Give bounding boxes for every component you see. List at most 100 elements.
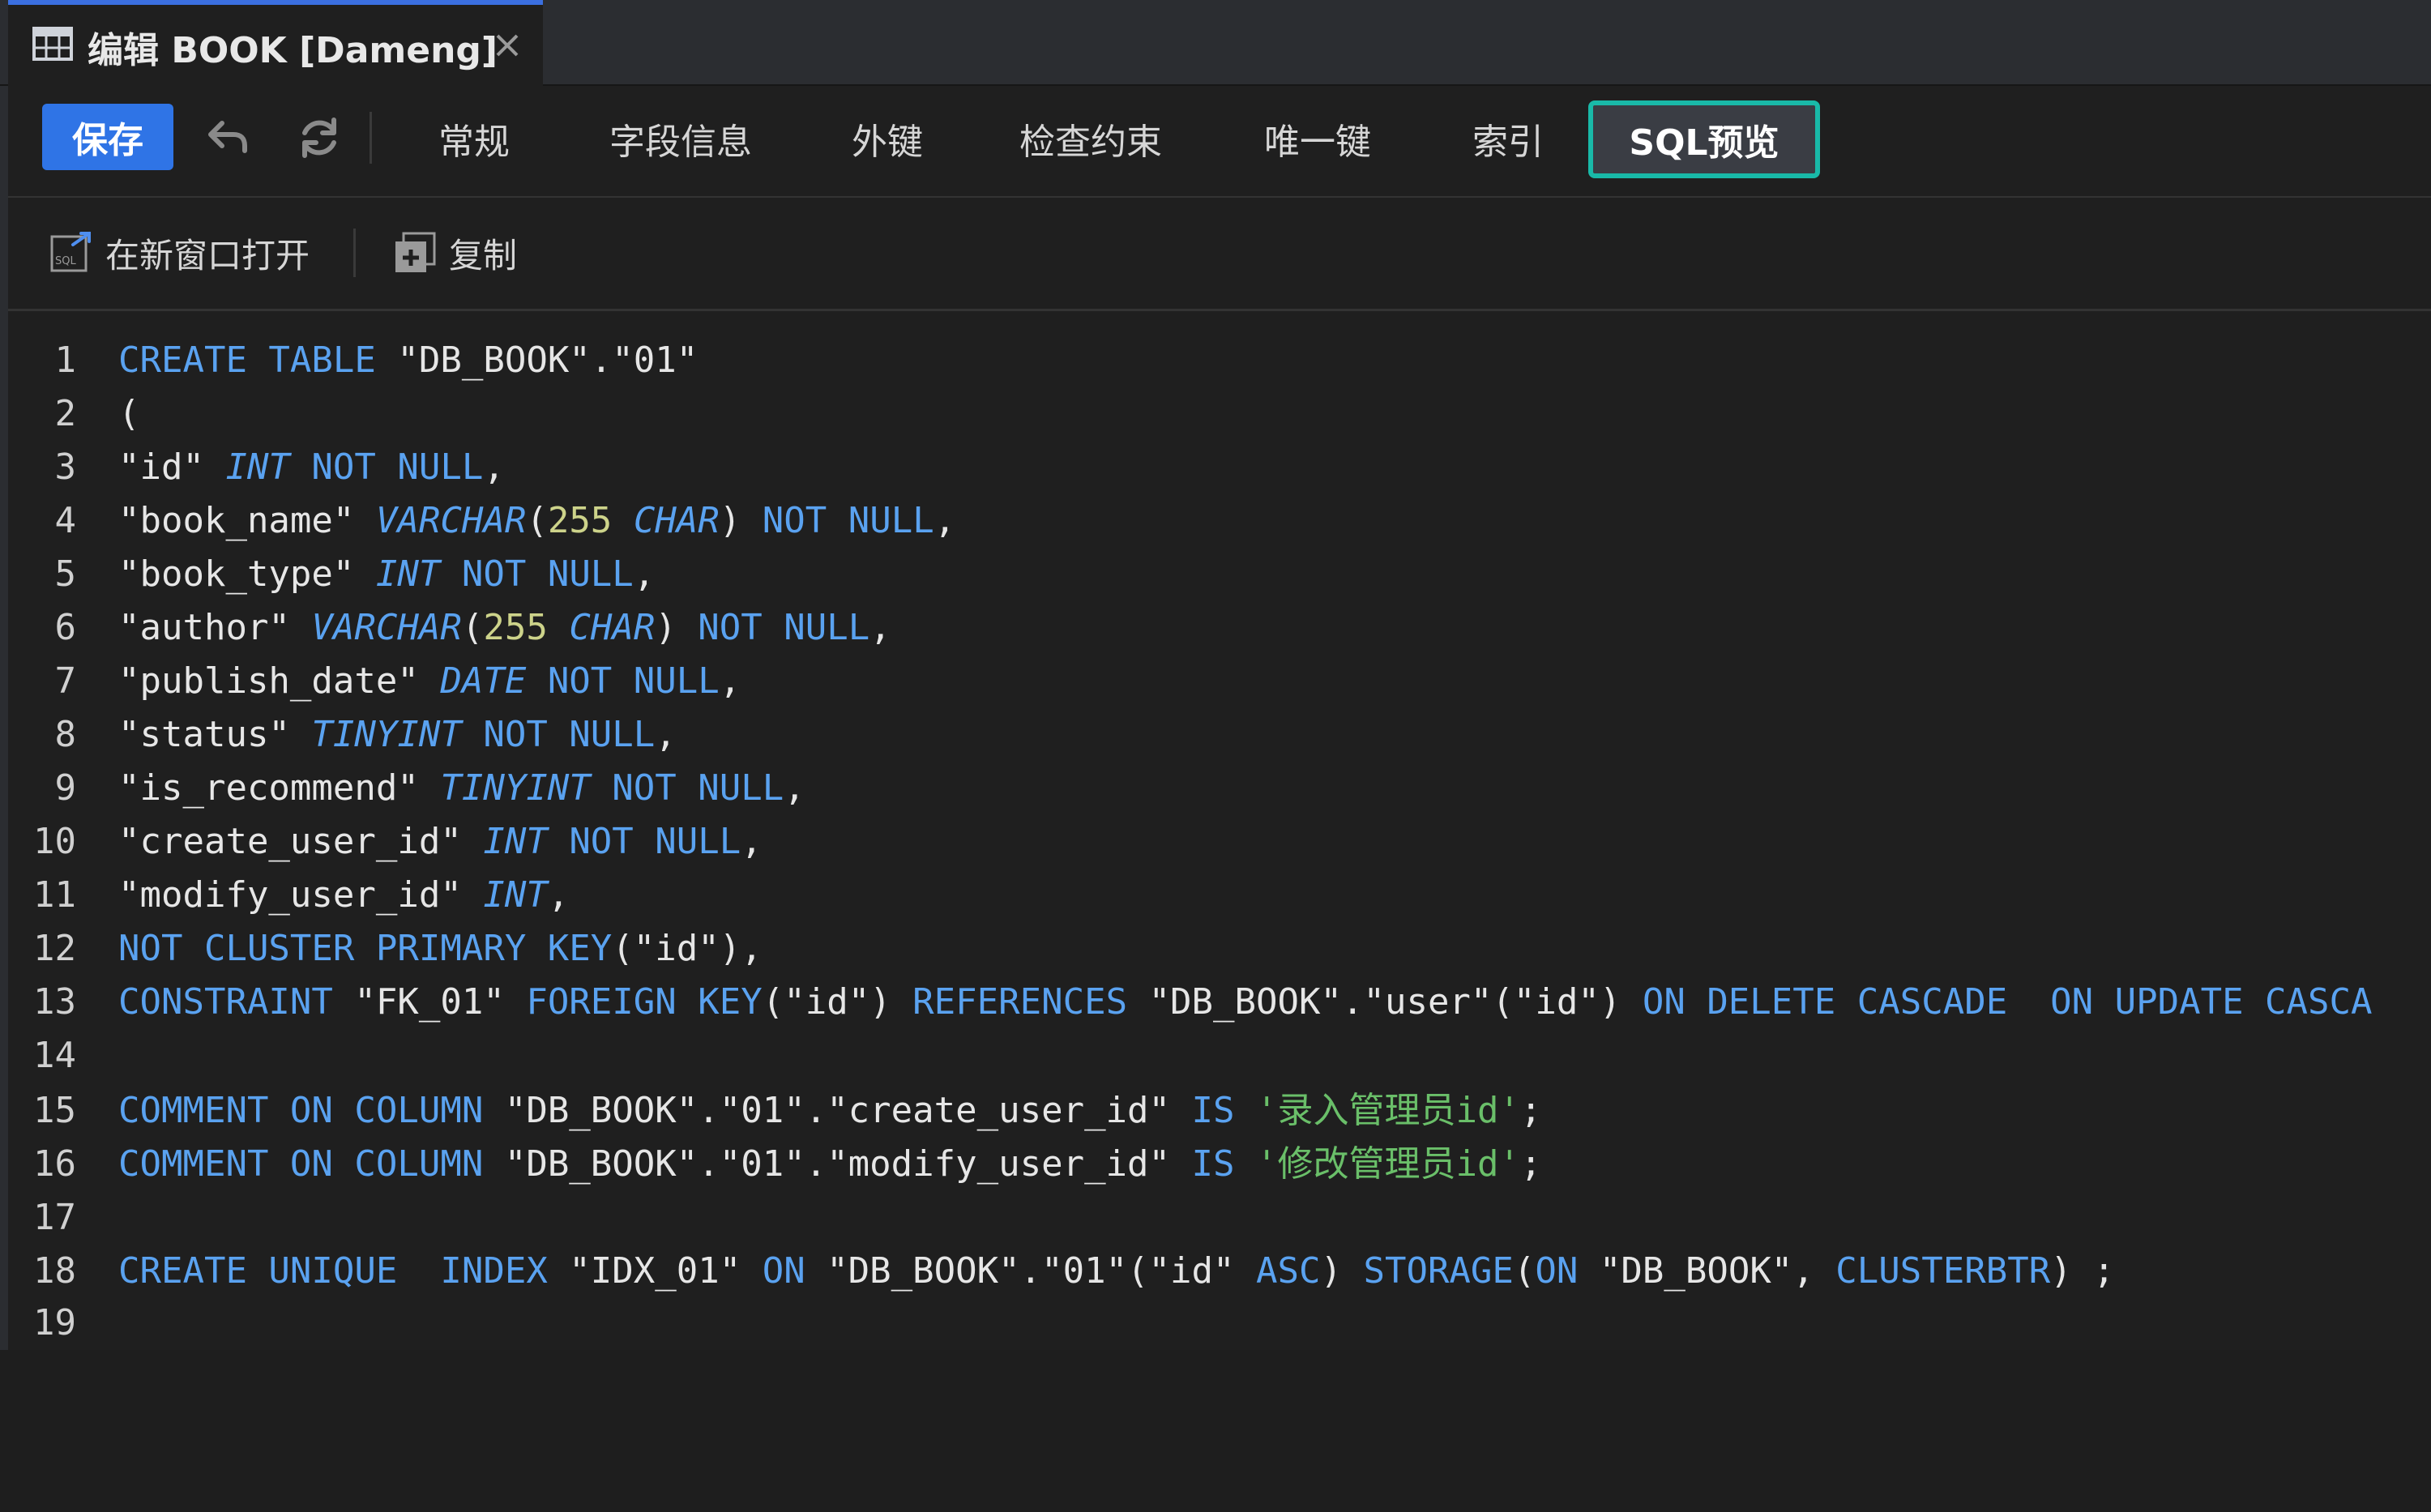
code-token: ; [1519, 1090, 1542, 1131]
code-token: '录入管理员id' [1256, 1090, 1520, 1131]
code-token: "DB_BOOK", [1578, 1250, 1836, 1292]
code-token: NOT NULL [547, 821, 741, 862]
code-token: ) [655, 607, 677, 648]
copy-button[interactable]: 复制 [392, 224, 517, 282]
code-token: "DB_BOOK"."01" [375, 340, 699, 381]
code-line: 14 [8, 1029, 2431, 1083]
tab-unique-keys[interactable]: 唯一键 [1245, 107, 1391, 170]
tab-foreign-keys[interactable]: 外键 [835, 107, 940, 170]
open-in-new-window-button[interactable]: SQL 在新窗口打开 [49, 224, 310, 282]
sql-preview-toolbar: SQL 在新窗口打开 复制 [8, 199, 2431, 311]
code-text: "status" TINYINT NOT NULL, [118, 708, 677, 762]
code-token: DATE [440, 660, 527, 702]
code-token: ("id") [762, 981, 913, 1023]
code-token: , [719, 660, 741, 702]
tab-sql-preview[interactable]: SQL预览 [1588, 100, 1820, 178]
sql-code-editor[interactable]: 1 CREATE TABLE "DB_BOOK"."01" 2(3 "id" INT … [8, 313, 2431, 1350]
code-token: REFERENCES [912, 981, 1128, 1023]
tab-general[interactable]: 常规 [421, 107, 527, 170]
line-number: 5 [54, 553, 77, 595]
code-line: 2( [8, 387, 2431, 441]
code-token: NOT CLUSTER PRIMARY KEY [118, 928, 613, 969]
code-token: "DB_BOOK"."01"."modify_user_id" [483, 1143, 1192, 1185]
code-token: "author" [118, 607, 312, 648]
code-token: IS [1191, 1143, 1235, 1185]
code-line: 5 "book_type" INT NOT NULL, [8, 548, 2431, 601]
code-token: "create_user_id" [118, 821, 484, 862]
code-line: 3 "id" INT NOT NULL, [8, 441, 2431, 494]
toolbar-divider [370, 112, 372, 164]
code-line: 18 CREATE UNIQUE INDEX "IDX_01" ON "DB_BO… [8, 1245, 2431, 1298]
code-token: "book_name" [118, 500, 376, 541]
line-number: 7 [54, 660, 77, 702]
close-icon[interactable] [491, 29, 523, 62]
undo-icon[interactable] [199, 110, 254, 165]
code-token: TINYINT [311, 714, 462, 755]
code-token: CREATE UNIQUE INDEX [118, 1250, 548, 1292]
editor-empty-area [0, 1350, 2431, 1512]
tab-fields[interactable]: 字段信息 [592, 107, 770, 170]
code-text: ( [118, 387, 140, 441]
code-token: ; [1519, 1143, 1542, 1185]
sql-file-icon: SQL [50, 232, 91, 272]
code-token: STORAGE [1363, 1250, 1514, 1292]
code-token: INT [375, 553, 441, 595]
code-token: COMMENT ON COLUMN [118, 1143, 484, 1185]
editor-tab[interactable]: 编辑 BOOK [Dameng] [8, 0, 543, 86]
code-token: ) [719, 500, 741, 541]
tab-strip: 编辑 BOOK [Dameng] [0, 0, 2431, 86]
code-token: "DB_BOOK"."01"."create_user_id" [483, 1090, 1192, 1131]
code-text: "book_type" INT NOT NULL, [118, 548, 655, 601]
code-line: 10 "create_user_id" INT NOT NULL, [8, 815, 2431, 869]
line-number: 6 [54, 607, 77, 648]
line-number: 2 [54, 393, 77, 434]
line-number: 8 [54, 714, 77, 755]
code-token: , [483, 446, 505, 488]
save-button[interactable]: 保存 [42, 104, 173, 170]
code-token: '修改管理员id' [1256, 1143, 1520, 1185]
code-text: "modify_user_id" INT, [118, 869, 569, 922]
code-token: , [741, 821, 763, 862]
line-number: 17 [33, 1197, 76, 1238]
tab-title: 编辑 BOOK [Dameng] [88, 30, 498, 71]
refresh-icon[interactable] [292, 110, 347, 165]
code-token: NOT NULL [590, 767, 784, 809]
code-line: 6 "author" VARCHAR(255 CHAR) NOT NULL, [8, 601, 2431, 655]
code-text: CONSTRAINT "FK_01" FOREIGN KEY("id") REF… [118, 976, 2373, 1029]
code-token: CREATE TABLE [118, 340, 376, 381]
tab-indexes[interactable]: 索引 [1455, 107, 1561, 170]
table-grid-icon [32, 27, 73, 61]
code-token: , [547, 874, 570, 916]
code-token: , [934, 500, 956, 541]
code-token: VARCHAR [311, 607, 462, 648]
code-token: CONSTRAINT [118, 981, 333, 1023]
code-text: "book_name" VARCHAR(255 CHAR) NOT NULL, [118, 494, 955, 548]
code-token: 255 [483, 607, 548, 648]
code-token: , [633, 553, 656, 595]
code-text: COMMENT ON COLUMN "DB_BOOK"."01"."modify… [118, 1138, 1541, 1191]
code-text: "author" VARCHAR(255 CHAR) NOT NULL, [118, 601, 891, 655]
subtoolbar-divider [353, 229, 356, 277]
code-token: COMMENT ON COLUMN [118, 1090, 484, 1131]
code-token: NOT NULL [741, 500, 934, 541]
code-token: ("id"), [612, 928, 763, 969]
copy-label: 复制 [449, 235, 518, 275]
line-number: 1 [54, 340, 77, 381]
code-text: "create_user_id" INT NOT NULL, [118, 815, 763, 869]
tab-check-constraints[interactable]: 检查约束 [1002, 107, 1180, 170]
window-left-edge [0, 86, 8, 1350]
code-token: "FK_01" [332, 981, 527, 1023]
line-number: 12 [33, 928, 76, 969]
code-token: VARCHAR [375, 500, 527, 541]
line-number: 4 [54, 500, 77, 541]
code-token: CLUSTERBTR [1835, 1250, 2051, 1292]
code-token: "publish_date" [118, 660, 441, 702]
line-number: 3 [54, 446, 77, 488]
code-token: ) ; [2050, 1250, 2115, 1292]
code-token: INT [483, 821, 548, 862]
code-line: 1 CREATE TABLE "DB_BOOK"."01" [8, 334, 2431, 387]
line-number: 18 [33, 1250, 76, 1292]
